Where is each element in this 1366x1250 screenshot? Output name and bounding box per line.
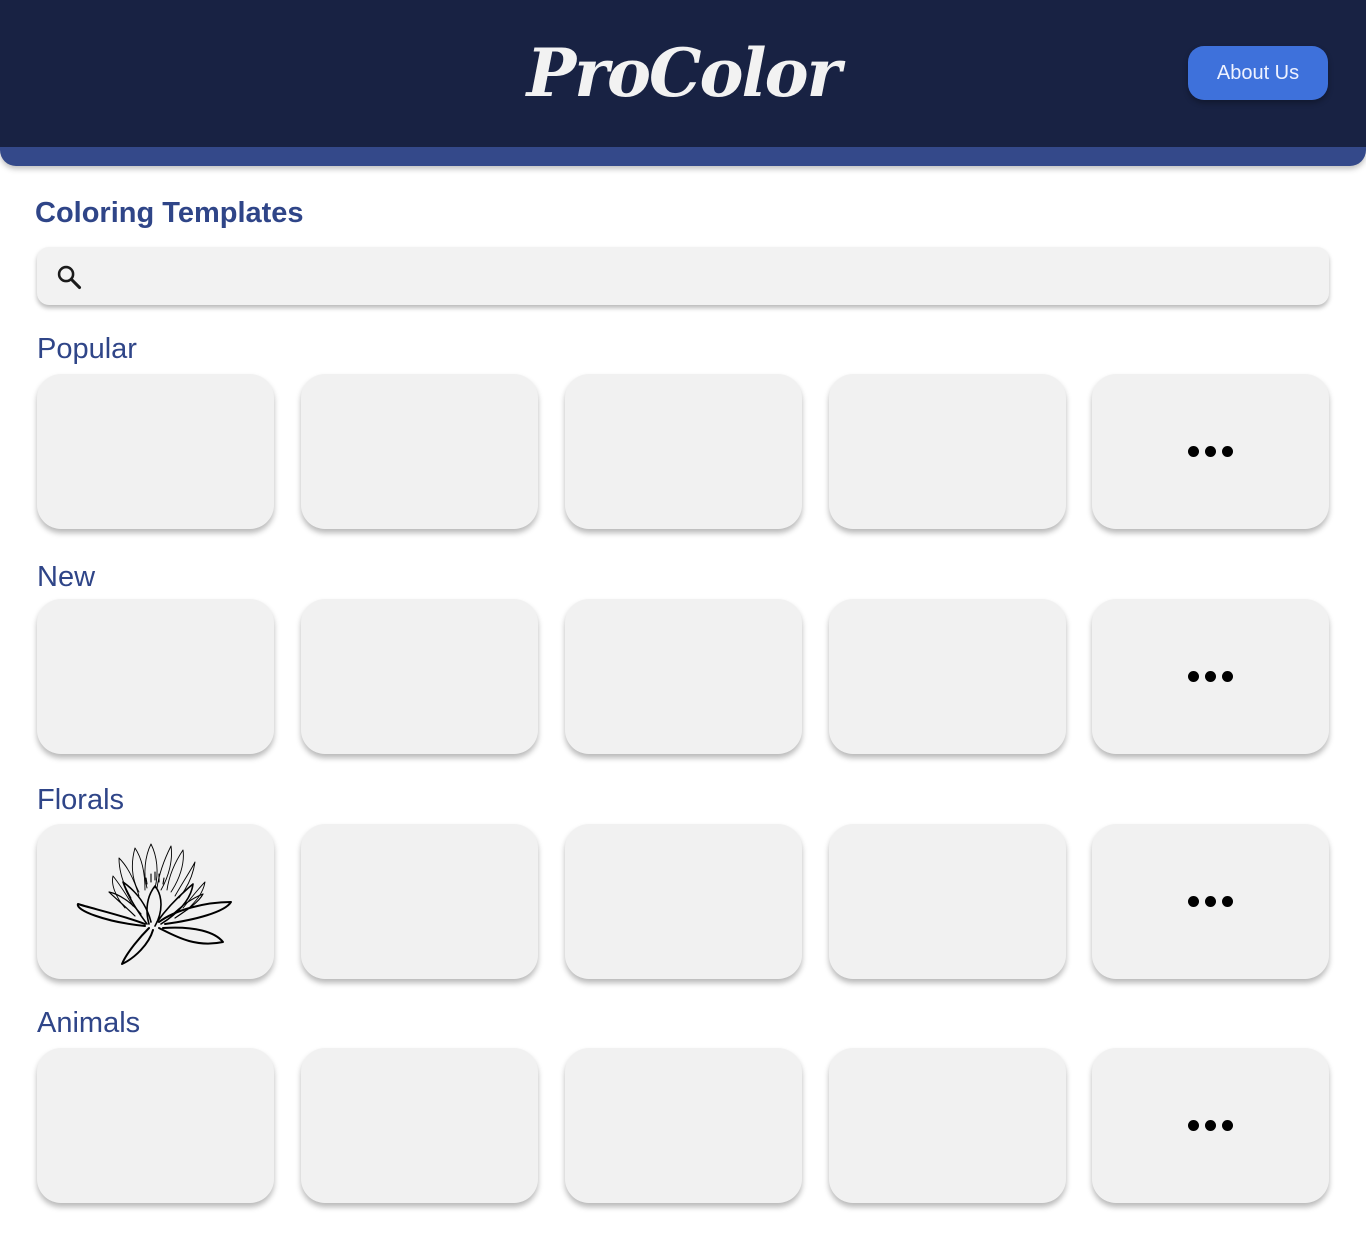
template-card[interactable] <box>565 824 802 979</box>
more-dots-icon <box>1092 1048 1329 1203</box>
template-card[interactable] <box>37 599 274 754</box>
template-card[interactable] <box>565 374 802 529</box>
section-title-popular: Popular <box>37 333 137 365</box>
template-row-popular <box>37 374 1329 529</box>
template-row-new <box>37 599 1329 754</box>
template-card[interactable] <box>301 1048 538 1203</box>
more-dots-icon <box>1092 599 1329 754</box>
template-row-florals <box>37 824 1329 979</box>
more-dots-icon <box>1092 374 1329 529</box>
template-card[interactable] <box>301 824 538 979</box>
template-card[interactable] <box>829 374 1066 529</box>
search-input[interactable] <box>103 247 1307 307</box>
more-dots-icon <box>1092 824 1329 979</box>
template-row-animals <box>37 1048 1329 1203</box>
app-header: ProColor About Us <box>0 0 1366 166</box>
template-card-lotus[interactable] <box>37 824 274 979</box>
section-title-new: New <box>37 561 96 593</box>
header-bar: ProColor About Us <box>0 0 1366 147</box>
app-logo: ProColor <box>526 34 842 112</box>
template-card[interactable] <box>301 599 538 754</box>
more-new-button[interactable] <box>1092 599 1329 754</box>
lotus-flower-image <box>76 843 232 965</box>
template-card[interactable] <box>37 374 274 529</box>
template-card[interactable] <box>829 1048 1066 1203</box>
search-icon <box>57 265 82 290</box>
template-card[interactable] <box>829 824 1066 979</box>
template-card[interactable] <box>829 599 1066 754</box>
search-bar[interactable] <box>37 247 1329 307</box>
template-card[interactable] <box>37 1048 274 1203</box>
page-title: Coloring Templates <box>35 197 304 229</box>
more-popular-button[interactable] <box>1092 374 1329 529</box>
section-title-animals: Animals <box>37 1007 141 1039</box>
template-card[interactable] <box>565 599 802 754</box>
template-card[interactable] <box>301 374 538 529</box>
more-florals-button[interactable] <box>1092 824 1329 979</box>
more-animals-button[interactable] <box>1092 1048 1329 1203</box>
template-card[interactable] <box>565 1048 802 1203</box>
about-us-button[interactable]: About Us <box>1188 46 1328 100</box>
section-title-florals: Florals <box>37 784 125 816</box>
